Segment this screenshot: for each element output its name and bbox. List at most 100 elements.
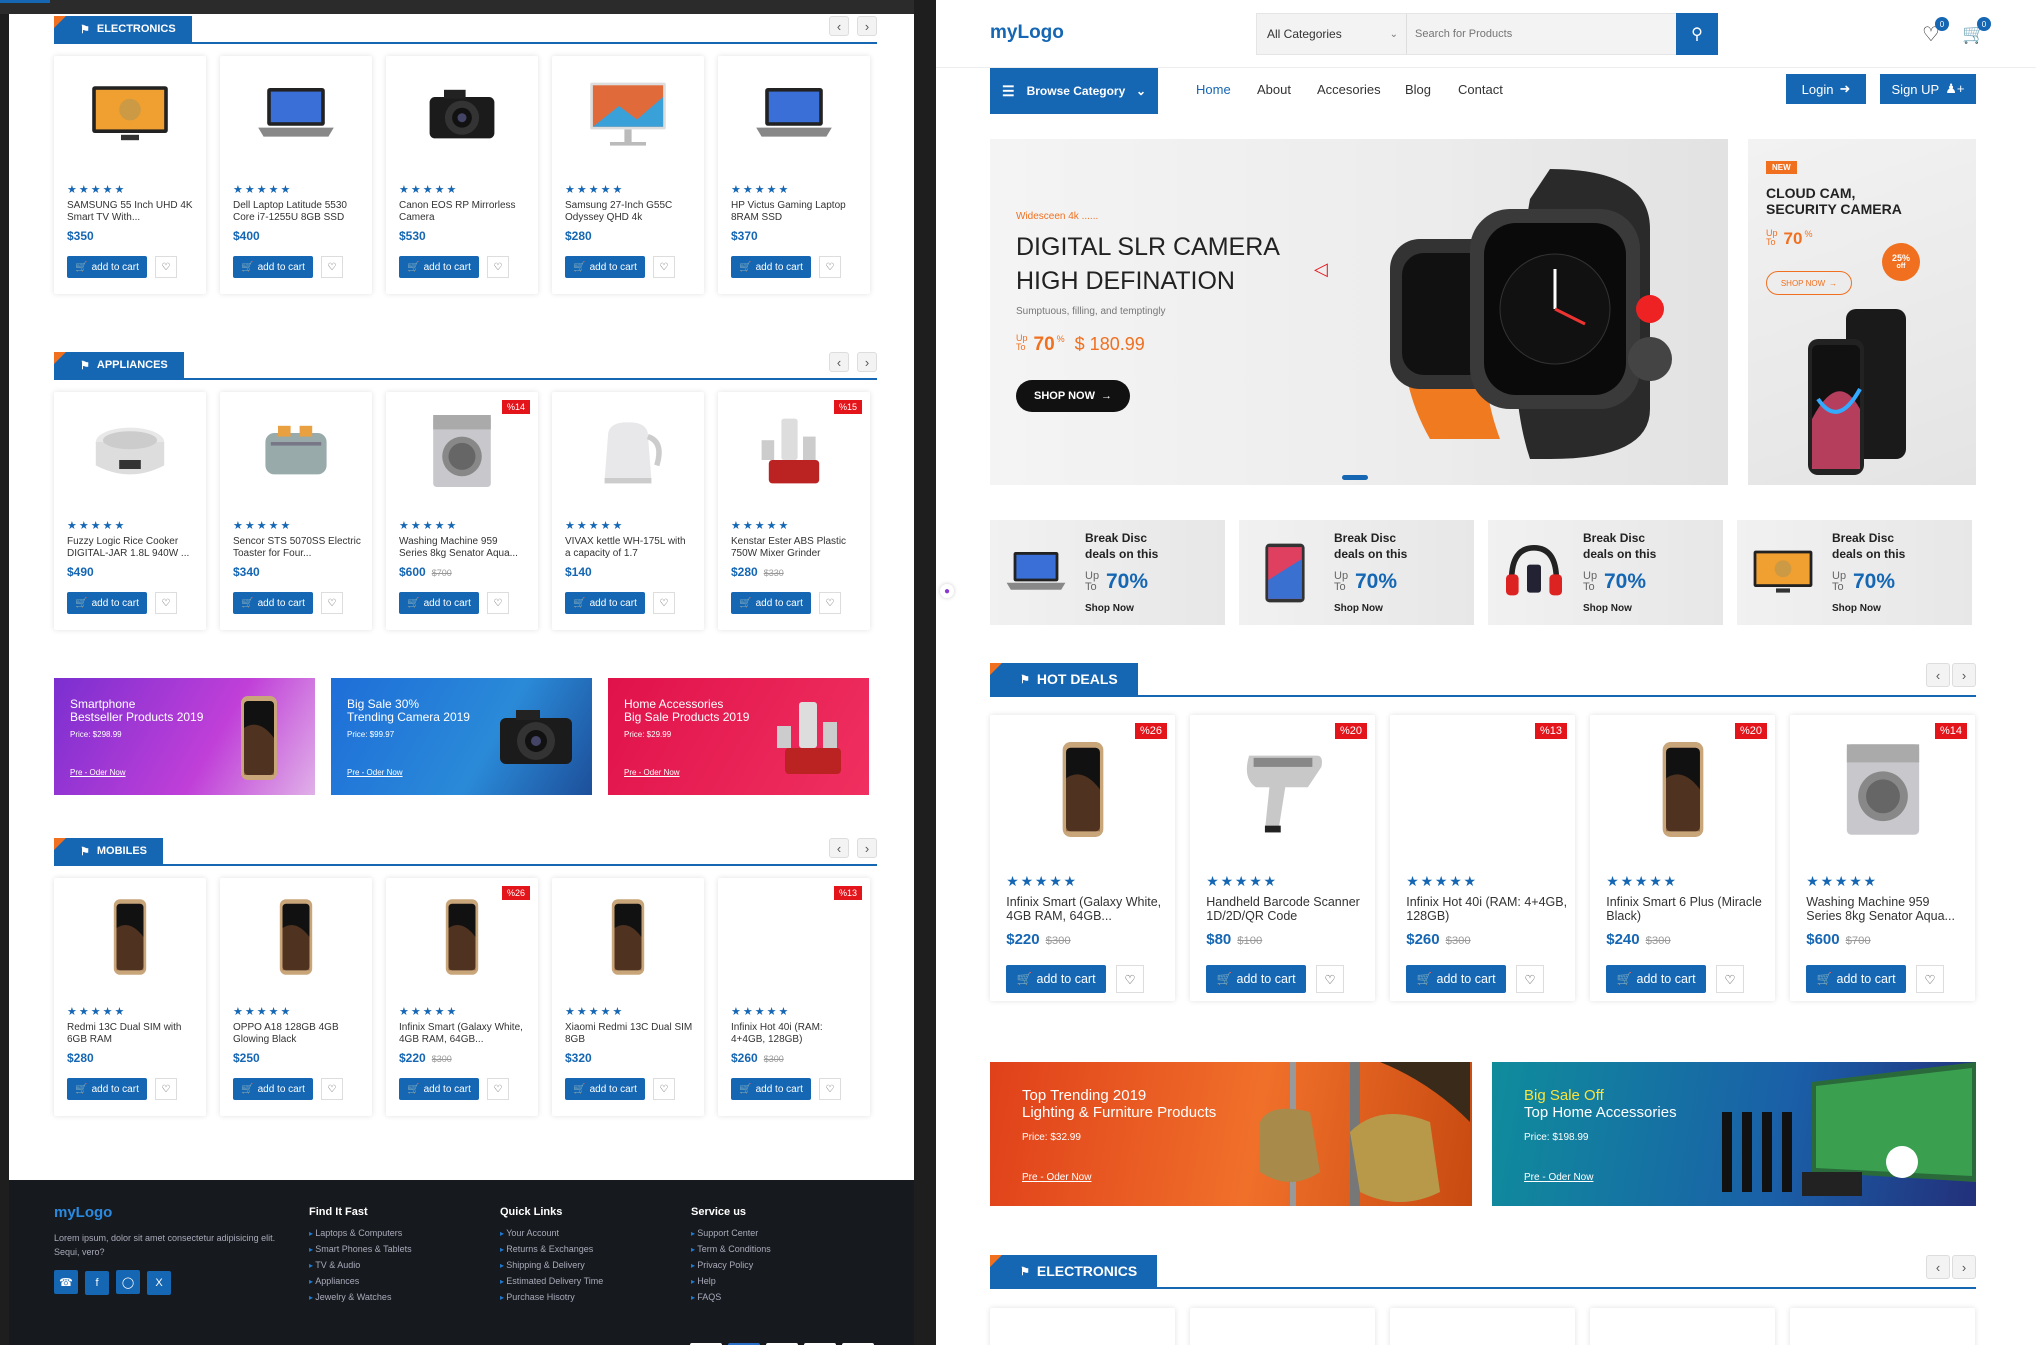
facebook-icon[interactable]: f xyxy=(85,1270,109,1295)
wishlist-button[interactable]: ♡ xyxy=(487,256,509,278)
wishlist-button[interactable]: ♡ xyxy=(819,1078,841,1100)
product-card[interactable] xyxy=(1190,1308,1375,1345)
pre-order-link[interactable]: Pre - Oder Now xyxy=(624,768,680,777)
footer-link[interactable]: Term & Conditions xyxy=(691,1244,771,1254)
product-name[interactable]: Redmi 13C Dual SIM with 6GB RAM xyxy=(67,1022,195,1045)
wishlist-button[interactable]: ♡ xyxy=(321,256,343,278)
shop-now-button[interactable]: SHOP NOW → xyxy=(1016,380,1130,412)
deal-card[interactable]: Break Disc deals on this Up To 70% Shop Now xyxy=(1737,520,1972,625)
promo-banner[interactable]: Smartphone Bestseller Products 2019 Price:… xyxy=(54,678,315,795)
search-button[interactable]: ⚲ xyxy=(1676,13,1718,55)
product-name[interactable]: Canon EOS RP Mirrorless Camera xyxy=(399,200,527,223)
side-promo[interactable]: NEW CLOUD CAM, SECURITY CAMERA Up To 70% SHOP … xyxy=(1748,139,1976,485)
wishlist-button[interactable]: ♡ xyxy=(1316,965,1344,993)
wishlist-button[interactable]: ♡ xyxy=(155,256,177,278)
browse-category-button[interactable]: ☰ Browse Category ⌄ xyxy=(990,68,1158,114)
product-name[interactable]: Infinix Hot 40i (RAM: 4+4GB, 128GB) xyxy=(731,1022,859,1045)
add-to-cart-button[interactable]: 🛒 add to cart xyxy=(565,592,645,614)
pre-order-link[interactable]: Pre - Oder Now xyxy=(1524,1172,1593,1183)
product-card[interactable]: %14 ★★★★★ Washing Machine 959 Series 8kg S… xyxy=(1790,715,1975,1001)
product-card[interactable]: ★★★★★ VIVAX kettle WH-175L with a capacit… xyxy=(552,392,704,630)
add-to-cart-button[interactable]: 🛒 add to cart xyxy=(399,592,479,614)
product-card[interactable]: ★★★★★ SAMSUNG 55 Inch UHD 4K Smart TV Wit… xyxy=(54,56,206,294)
product-card[interactable] xyxy=(990,1308,1175,1345)
deal-shop-now-link[interactable]: Shop Now xyxy=(1334,603,1383,614)
add-to-cart-button[interactable]: 🛒 add to cart xyxy=(1606,965,1707,993)
footer-link[interactable]: Appliances xyxy=(309,1276,412,1286)
wishlist-button[interactable]: ♡ xyxy=(653,256,675,278)
product-card[interactable]: %26 ★★★★★ Infinix Smart (Galaxy White, 4GB… xyxy=(990,715,1175,1001)
product-name[interactable]: Samsung 27-Inch G55C Odyssey QHD 4k xyxy=(565,200,693,223)
wishlist-button[interactable]: ♡ 0 xyxy=(1922,17,1949,47)
search-input[interactable] xyxy=(1415,22,1665,46)
add-to-cart-button[interactable]: 🛒 add to cart xyxy=(67,592,147,614)
product-card[interactable]: ★★★★★ Sencor STS 5070SS Electric Toaster … xyxy=(220,392,372,630)
carousel-prev-button[interactable]: ‹ xyxy=(829,352,849,372)
carousel-next-button[interactable]: › xyxy=(857,352,877,372)
deal-shop-now-link[interactable]: Shop Now xyxy=(1832,603,1881,614)
product-name[interactable]: Kenstar Ester ABS Plastic 750W Mixer Gri… xyxy=(731,536,859,559)
wishlist-button[interactable]: ♡ xyxy=(1516,965,1544,993)
add-to-cart-button[interactable]: 🛒 add to cart xyxy=(399,1078,479,1100)
carousel-prev-button[interactable]: ‹ xyxy=(1926,663,1950,687)
nav-link-blog[interactable]: Blog xyxy=(1405,82,1431,97)
footer-link[interactable]: FAQS xyxy=(691,1292,771,1302)
footer-link[interactable]: Your Account xyxy=(500,1228,603,1238)
add-to-cart-button[interactable]: 🛒 add to cart xyxy=(67,1078,147,1100)
product-name[interactable]: HP Victus Gaming Laptop 8RAM SSD xyxy=(731,200,859,223)
nav-link-contact[interactable]: Contact xyxy=(1458,82,1503,97)
add-to-cart-button[interactable]: 🛒 add to cart xyxy=(565,256,645,278)
nav-link-accesories[interactable]: Accesories xyxy=(1317,82,1381,97)
add-to-cart-button[interactable]: 🛒 add to cart xyxy=(1006,965,1107,993)
product-card[interactable]: %13 ★★★★★ Infinix Hot 40i (RAM: 4+4GB, 128… xyxy=(1390,715,1575,1001)
product-name[interactable]: Infinix Hot 40i (RAM: 4+4GB, 128GB) xyxy=(1406,895,1567,924)
carousel-next-button[interactable]: › xyxy=(1952,663,1976,687)
pre-order-link[interactable]: Pre - Oder Now xyxy=(347,768,403,777)
product-card[interactable]: %15 ★★★★★ Kenstar Ester ABS Plastic 750W M… xyxy=(718,392,870,630)
product-name[interactable]: Washing Machine 959 Series 8kg Senator A… xyxy=(1806,895,1967,924)
footer-link[interactable]: TV & Audio xyxy=(309,1260,412,1270)
product-card[interactable] xyxy=(1590,1308,1775,1345)
cart-button[interactable]: 🛒 0 xyxy=(1962,17,1991,46)
product-card[interactable]: %26 ★★★★★ Infinix Smart (Galaxy White, 4GB… xyxy=(386,878,538,1116)
carousel-next-button[interactable]: › xyxy=(1952,1255,1976,1279)
product-card[interactable]: ★★★★★ HP Victus Gaming Laptop 8RAM SSD $37… xyxy=(718,56,870,294)
pre-order-link[interactable]: Pre - Oder Now xyxy=(70,768,126,777)
instagram-icon[interactable]: ◯ xyxy=(116,1270,140,1294)
product-name[interactable]: Dell Laptop Latitude 5530 Core i7-1255U … xyxy=(233,200,361,223)
wishlist-button[interactable]: ♡ xyxy=(155,592,177,614)
footer-link[interactable]: Smart Phones & Tablets xyxy=(309,1244,411,1254)
wide-promo-banner[interactable]: Top Trending 2019 Lighting & Furniture Pr… xyxy=(990,1062,1472,1206)
add-to-cart-button[interactable]: 🛒 add to cart xyxy=(1806,965,1907,993)
product-card[interactable]: ★★★★★ Fuzzy Logic Rice Cooker DIGITAL-JAR… xyxy=(54,392,206,630)
add-to-cart-button[interactable]: 🛒 add to cart xyxy=(1406,965,1507,993)
add-to-cart-button[interactable]: 🛒 add to cart xyxy=(731,256,811,278)
footer-link[interactable]: Privacy Policy xyxy=(691,1260,771,1270)
product-name[interactable]: Handheld Barcode Scanner 1D/2D/QR Code xyxy=(1206,895,1367,924)
product-name[interactable]: Infinix Smart (Galaxy White, 4GB RAM, 64… xyxy=(1006,895,1167,924)
product-name[interactable]: Infinix Smart (Galaxy White, 4GB RAM, 64… xyxy=(399,1022,527,1045)
product-name[interactable]: Fuzzy Logic Rice Cooker DIGITAL-JAR 1.8L… xyxy=(67,536,195,559)
x-icon[interactable]: X xyxy=(147,1270,171,1295)
carousel-prev-button[interactable]: ‹ xyxy=(1926,1255,1950,1279)
add-to-cart-button[interactable]: 🛒 add to cart xyxy=(233,592,313,614)
signup-button[interactable]: Sign UP ♟+ xyxy=(1880,74,1976,104)
wishlist-button[interactable]: ♡ xyxy=(653,592,675,614)
add-to-cart-button[interactable]: 🛒 add to cart xyxy=(731,1078,811,1100)
product-card[interactable] xyxy=(1390,1308,1575,1345)
category-select[interactable]: All Categories ⌄ xyxy=(1257,14,1407,54)
deal-card[interactable]: Break Disc deals on this Up To 70% Shop Now xyxy=(1239,520,1474,625)
slider-dot-active[interactable] xyxy=(1342,475,1368,480)
wishlist-button[interactable]: ♡ xyxy=(1716,965,1744,993)
product-card[interactable]: %13 ★★★★★ Infinix Hot 40i (RAM: 4+4GB, 128… xyxy=(718,878,870,1116)
add-to-cart-button[interactable]: 🛒 add to cart xyxy=(233,256,313,278)
footer-link[interactable]: Help xyxy=(691,1276,771,1286)
phone-icon[interactable]: ☎ xyxy=(54,1270,78,1294)
promo-shop-now-button[interactable]: SHOP NOW → xyxy=(1766,271,1852,295)
wishlist-button[interactable]: ♡ xyxy=(321,592,343,614)
deal-shop-now-link[interactable]: Shop Now xyxy=(1085,603,1134,614)
product-card[interactable]: %20 ★★★★★ Handheld Barcode Scanner 1D/2D/Q… xyxy=(1190,715,1375,1001)
footer-link[interactable]: Returns & Exchanges xyxy=(500,1244,603,1254)
product-card[interactable] xyxy=(1790,1308,1975,1345)
add-to-cart-button[interactable]: 🛒 add to cart xyxy=(731,592,811,614)
